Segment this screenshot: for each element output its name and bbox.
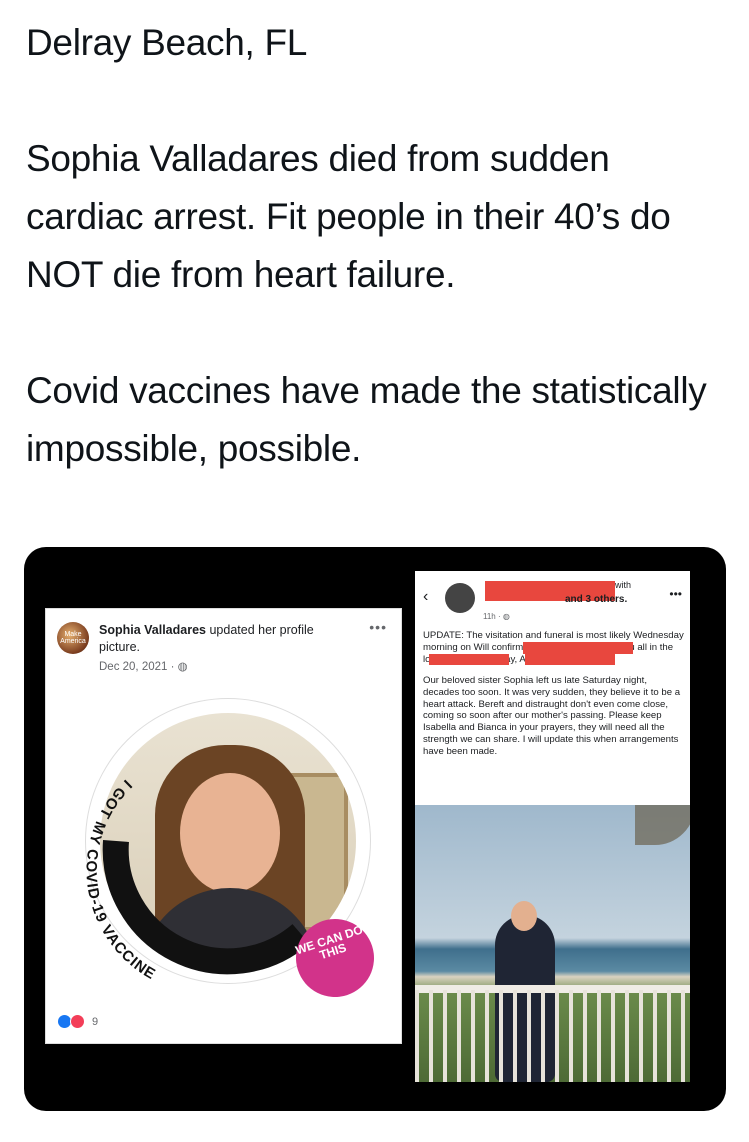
post-date: Dec 20, 2021 · ◍ — [99, 661, 188, 673]
heart-icon — [70, 1014, 85, 1029]
facebook-update-post-screenshot: ‹ with and 3 others. 11h · ◍ ••• UPDATE:… — [415, 571, 690, 1082]
redaction-bar — [525, 654, 615, 665]
redaction-bar — [523, 642, 633, 654]
reactions-bar: 9 — [58, 1014, 98, 1029]
tweet-paragraph-2: Covid vaccines have made the statistical… — [26, 370, 707, 469]
tweet-location: Delray Beach, FL — [26, 22, 308, 63]
redaction-bar — [429, 654, 509, 665]
beach-photo — [415, 805, 690, 1082]
globe-icon: ◍ — [502, 612, 510, 621]
post-main-paragraph: Our beloved sister Sophia left us late S… — [423, 674, 681, 758]
profile-picture: I GOT MY COVID-19 VACCINE WE CAN DO THIS — [86, 699, 385, 1008]
post-header: Sophia Valladares updated her profile pi… — [99, 622, 349, 656]
globe-icon: ◍ — [177, 661, 188, 673]
reaction-count: 9 — [92, 1015, 99, 1028]
back-icon: ‹ — [423, 588, 429, 605]
more-icon: ••• — [669, 587, 682, 601]
facebook-profile-post-screenshot: Make America Sophia Valladares updated h… — [45, 608, 402, 1044]
tweet-text: Delray Beach, FL Sophia Valladares died … — [26, 14, 736, 478]
tag-with: with — [615, 580, 632, 590]
avatar — [445, 583, 475, 613]
tweet-paragraph-1: Sophia Valladares died from sudden cardi… — [26, 138, 671, 295]
tweet-media[interactable]: Make America Sophia Valladares updated h… — [24, 547, 726, 1111]
author-name: Sophia Valladares — [99, 623, 206, 637]
post-time: 11h · ◍ — [483, 612, 510, 621]
tag-others: and 3 others. — [565, 594, 628, 605]
avatar: Make America — [57, 622, 89, 654]
more-icon: ••• — [369, 619, 387, 635]
